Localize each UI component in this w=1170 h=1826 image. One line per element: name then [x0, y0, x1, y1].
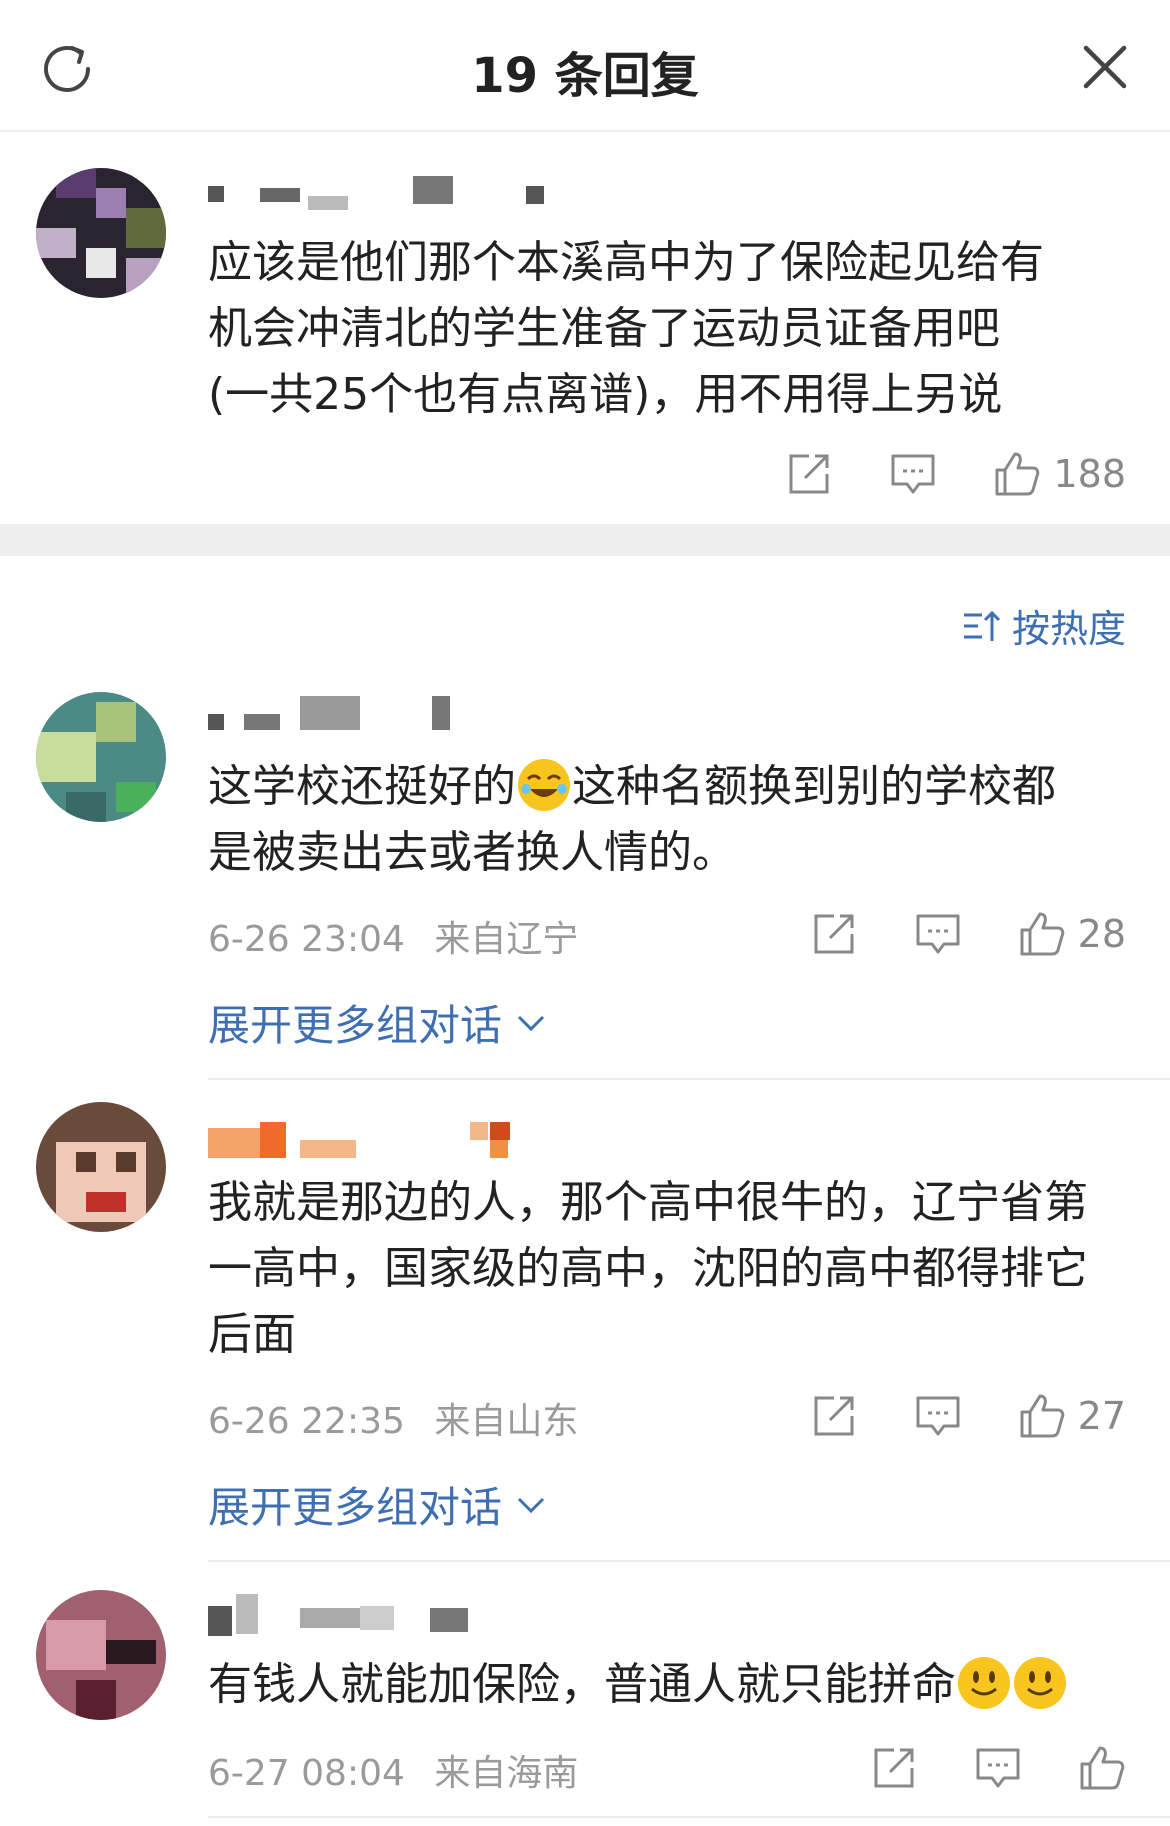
sort-icon	[963, 610, 1000, 641]
row-separator	[208, 1560, 1170, 1562]
row-separator	[208, 1816, 1170, 1818]
row-separator	[208, 1078, 1170, 1080]
comment-time: 6-27 08:04	[208, 1753, 405, 1794]
comment-text: 应该是他们那个本溪高中为了保险起见给有 机会冲清北的学生准备了运动员证备用吧 (…	[208, 237, 1044, 420]
avatar[interactable]	[36, 168, 166, 298]
section-divider	[0, 524, 1170, 556]
comment-time: 6-26 22:35	[208, 1401, 405, 1442]
like-count: 27	[1077, 1394, 1126, 1438]
sort-toggle[interactable]: 按热度	[962, 598, 1126, 653]
avatar[interactable]	[36, 692, 166, 822]
share-icon[interactable]	[870, 1744, 918, 1792]
comment-icon[interactable]	[974, 1744, 1022, 1792]
share-icon[interactable]	[785, 450, 833, 498]
like-icon[interactable]	[1018, 910, 1066, 958]
expand-more-link[interactable]: 展开更多组对话	[208, 992, 546, 1053]
like-count: 28	[1077, 912, 1126, 956]
comment-location: 来自山东	[434, 1401, 579, 1442]
comment-text: 我就是那边的人，那个高中很牛的，辽宁省第 一高中，国家级的高中，沈阳的高中都得排…	[208, 1177, 1088, 1360]
expand-more-link[interactable]: 展开更多组对话	[208, 1474, 546, 1535]
comment-time: 6-26 23:04	[208, 919, 405, 960]
comment-location: 来自海南	[434, 1753, 579, 1794]
share-icon[interactable]	[810, 910, 858, 958]
comment-location: 来自辽宁	[434, 919, 579, 960]
avatar[interactable]	[36, 1102, 166, 1232]
close-icon[interactable]	[1080, 42, 1130, 92]
comment-actions: 28	[810, 904, 1126, 964]
comment-meta: 6-26 22:35 来自山东	[208, 1392, 578, 1444]
comment-icon[interactable]	[914, 1392, 962, 1440]
like-icon[interactable]	[993, 450, 1041, 498]
username-blurred[interactable]	[208, 1122, 538, 1158]
like-icon[interactable]	[1018, 1392, 1066, 1440]
comment-icon[interactable]	[914, 910, 962, 958]
reply-count-title: 19 条回复	[471, 48, 699, 104]
comment-actions: 27	[810, 1386, 1126, 1446]
share-icon[interactable]	[810, 1392, 858, 1440]
comment-meta: 6-26 23:04 来自辽宁	[208, 910, 578, 962]
comment-text: 这学校还挺好的 这种名额换到别的学校都 是被卖出去或者换人情的。	[208, 759, 1056, 878]
comment-text: 有钱人就能加保险，普通人就只能拼命	[208, 1652, 1128, 1718]
expand-label: 展开更多组对话	[208, 1001, 503, 1050]
reply-sheet-header: 19 条回复	[0, 0, 1170, 132]
smile-emoji-icon	[1014, 1657, 1066, 1709]
comment-actions	[870, 1738, 1126, 1798]
username-blurred[interactable]	[208, 1594, 478, 1636]
smile-emoji-icon	[958, 1657, 1010, 1709]
comment-icon[interactable]	[889, 450, 937, 498]
username-blurred[interactable]	[208, 692, 468, 730]
comment-meta: 6-27 08:04 来自海南	[208, 1744, 578, 1796]
comment-actions: 188	[785, 444, 1126, 504]
chevron-down-icon	[517, 1497, 545, 1513]
avatar[interactable]	[36, 1590, 166, 1720]
like-count: 188	[1053, 452, 1126, 496]
username-blurred[interactable]	[208, 176, 568, 212]
expand-label: 展开更多组对话	[208, 1483, 503, 1532]
chevron-down-icon	[517, 1015, 545, 1031]
laugh-cry-emoji-icon	[518, 759, 570, 811]
like-icon[interactable]	[1078, 1744, 1126, 1792]
sort-label: 按热度	[1011, 607, 1126, 651]
